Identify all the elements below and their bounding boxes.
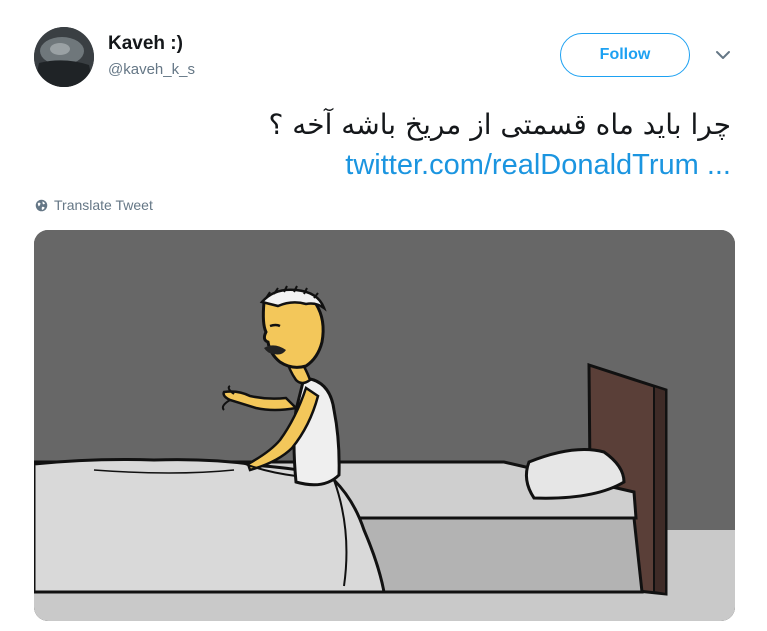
avatar-photo-icon: [34, 27, 94, 87]
follow-button[interactable]: Follow: [560, 33, 690, 77]
translate-tweet-label: Translate Tweet: [54, 197, 153, 213]
tweet-link[interactable]: twitter.com/realDonaldTrum ...: [345, 149, 731, 182]
author-handle[interactable]: @kaveh_k_s: [108, 61, 195, 78]
cartoon-illustration: [34, 230, 735, 621]
tweet-text: چرا باید ماه قسمتی از مریخ باشه آخه ؟: [268, 108, 731, 141]
globe-icon: [35, 199, 48, 211]
translate-tweet-link[interactable]: Translate Tweet: [35, 197, 153, 213]
author-avatar[interactable]: [34, 27, 94, 87]
tweet-media-image[interactable]: [34, 230, 735, 621]
author-display-name[interactable]: Kaveh :): [108, 33, 183, 55]
chevron-down-icon[interactable]: [712, 48, 734, 62]
